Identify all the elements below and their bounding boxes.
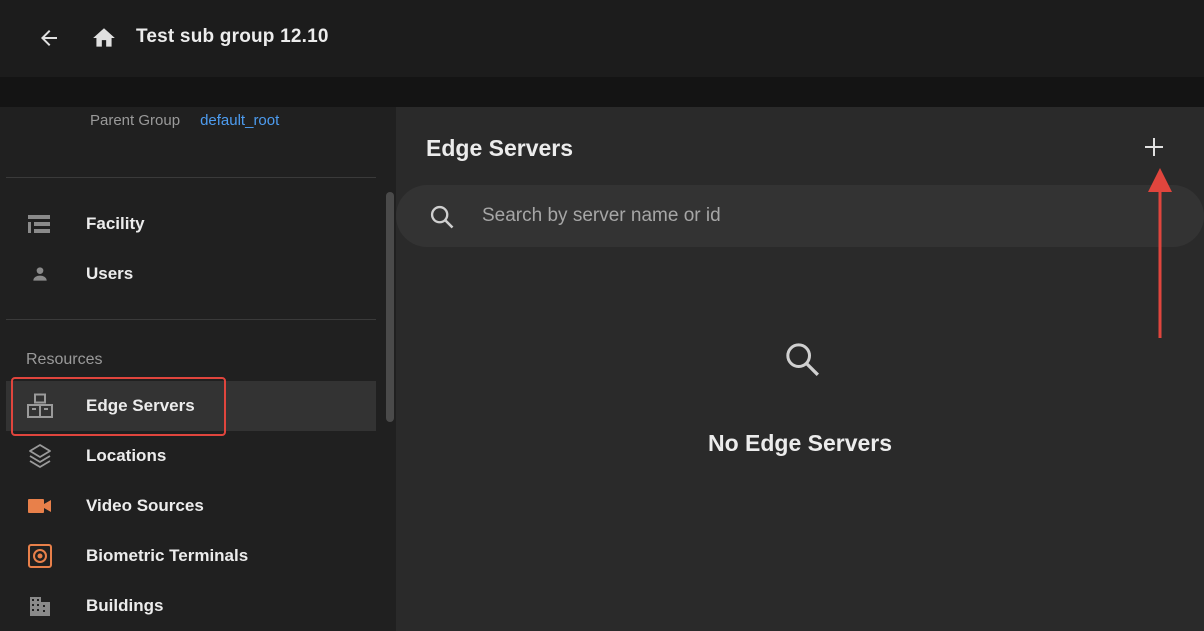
layers-icon xyxy=(26,444,54,468)
top-app-bar: Test sub group 12.10 xyxy=(0,0,1204,77)
sidebar: Parent Group default_root Facility Users… xyxy=(0,107,396,631)
home-icon[interactable] xyxy=(90,24,118,52)
search-icon xyxy=(786,343,820,377)
parent-group-row: Parent Group default_root xyxy=(90,109,279,131)
sidebar-divider xyxy=(6,319,376,320)
section-label-resources: Resources xyxy=(26,351,103,368)
sidebar-item-label: Users xyxy=(86,264,134,283)
sidebar-item-buildings[interactable]: Buildings xyxy=(6,581,376,631)
header-divider-strip xyxy=(0,77,1204,107)
plus-icon xyxy=(1145,138,1163,156)
biometric-terminal-icon xyxy=(26,544,54,568)
sidebar-scrollbar[interactable] xyxy=(386,192,394,422)
sidebar-item-edge-servers[interactable]: Edge Servers xyxy=(6,381,376,431)
sidebar-item-biometric-terminals[interactable]: Biometric Terminals xyxy=(6,531,376,581)
sidebar-item-facility[interactable]: Facility xyxy=(6,199,376,249)
user-icon xyxy=(26,262,54,286)
parent-group-label: Parent Group xyxy=(90,111,181,129)
search-bar xyxy=(396,185,1204,247)
search-input[interactable] xyxy=(482,199,1162,233)
building-icon xyxy=(26,594,54,618)
parent-group-link[interactable]: default_root xyxy=(200,112,279,129)
sidebar-item-label: Biometric Terminals xyxy=(86,546,249,565)
video-camera-icon xyxy=(26,494,54,518)
sidebar-item-label: Edge Servers xyxy=(86,396,195,415)
facility-icon xyxy=(26,212,54,236)
sidebar-item-label: Locations xyxy=(86,446,167,465)
panel-title: Edge Servers xyxy=(426,135,574,161)
sidebar-item-locations[interactable]: Locations xyxy=(6,431,376,481)
sidebar-item-label: Video Sources xyxy=(86,496,204,515)
main-panel: Edge Servers No Edge Servers xyxy=(396,107,1204,631)
search-icon xyxy=(430,205,454,229)
back-button[interactable] xyxy=(33,22,65,54)
sidebar-item-label: Buildings xyxy=(86,596,164,615)
add-edge-server-button[interactable] xyxy=(1140,133,1168,161)
sidebar-item-video-sources[interactable]: Video Sources xyxy=(6,481,376,531)
sidebar-item-users[interactable]: Users xyxy=(6,249,376,299)
empty-state-text: No Edge Servers xyxy=(707,430,893,456)
arrow-left-icon xyxy=(41,30,57,46)
edge-server-icon xyxy=(26,393,54,418)
sidebar-divider xyxy=(6,177,376,178)
page-title: Test sub group 12.10 xyxy=(136,26,329,47)
sidebar-item-label: Facility xyxy=(86,214,145,233)
